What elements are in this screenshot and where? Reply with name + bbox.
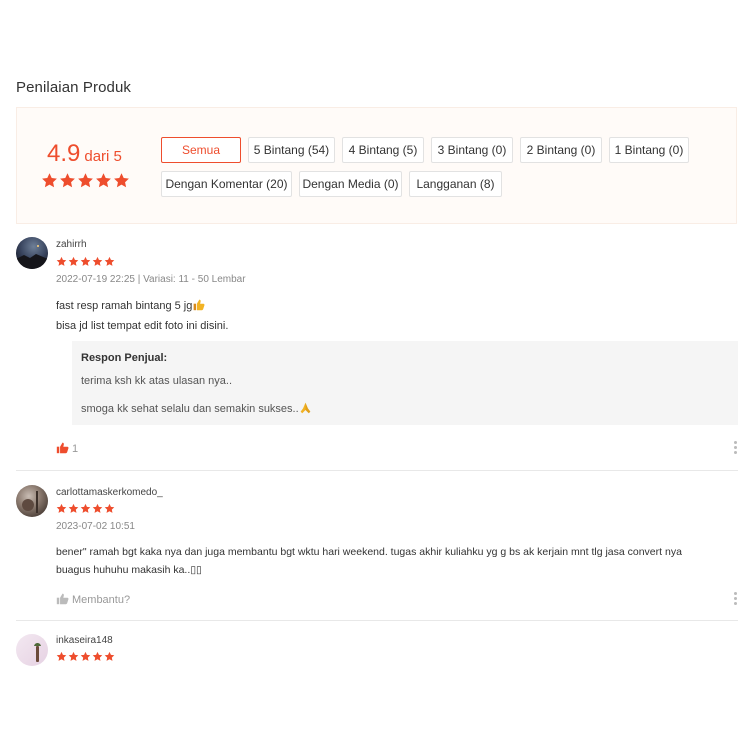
filter-5-star-button[interactable]: 5 Bintang (54) [248, 137, 335, 163]
helpful-label: Membantu? [72, 594, 131, 606]
star-icon [56, 256, 67, 266]
avatar[interactable] [16, 485, 48, 517]
seller-response-line-2: smoga kk sehat selalu dan semakin sukses… [81, 401, 312, 417]
star-icon [78, 173, 93, 188]
average-score: 4.9 dari 5 [47, 140, 122, 168]
star-icon [56, 651, 67, 661]
review-divider [16, 470, 738, 471]
comment-line: buagus huhuhu makasih ka..▯▯ [56, 564, 202, 576]
seller-response: Respon Penjual: terima ksh kk atas ulasa… [72, 341, 738, 425]
star-icon [104, 256, 115, 266]
filter-4-star-button[interactable]: 4 Bintang (5) [342, 137, 424, 163]
avatar[interactable] [16, 237, 48, 269]
filter-2-star-button[interactable]: 2 Bintang (0) [520, 137, 602, 163]
review-comment: bener" ramah bgt kaka nya dan juga memba… [56, 543, 682, 579]
helpful-button[interactable]: Membantu? [56, 592, 130, 608]
star-icon [92, 256, 103, 266]
star-icon [92, 651, 103, 661]
star-icon [80, 651, 91, 661]
seller-response-line: terima ksh kk atas ulasan nya.. [81, 375, 233, 387]
star-icon [104, 503, 115, 513]
star-icon [68, 256, 79, 266]
seller-response-title: Respon Penjual: [81, 352, 168, 364]
rating-overview: 4.9 dari 5 Semua 5 Bintang (54) 4 Bintang… [16, 107, 737, 224]
filter-with-media-button[interactable]: Dengan Media (0) [299, 171, 402, 197]
avatar[interactable] [16, 634, 48, 666]
praying-hands-icon [299, 401, 312, 417]
filter-with-comment-button[interactable]: Dengan Komentar (20) [161, 171, 292, 197]
review-username[interactable]: zahirrh [56, 239, 87, 250]
thumbs-up-icon [192, 298, 205, 317]
average-stars [41, 172, 130, 189]
star-icon [68, 503, 79, 513]
thumbs-up-icon [56, 592, 69, 608]
filter-3-star-button[interactable]: 3 Bintang (0) [431, 137, 513, 163]
star-icon [104, 651, 115, 661]
like-button[interactable]: 1 [56, 441, 78, 457]
star-icon [60, 173, 75, 188]
star-icon [114, 173, 129, 188]
more-options-icon[interactable] [734, 592, 738, 605]
review-meta: 2022-07-19 22:25 | Variasi: 11 - 50 Lemb… [56, 274, 246, 285]
filter-subscription-button[interactable]: Langganan (8) [409, 171, 502, 197]
thumbs-up-icon [56, 441, 69, 457]
filter-all-button[interactable]: Semua [161, 137, 241, 163]
review-username[interactable]: inkaseira148 [56, 635, 113, 646]
comment-line: fast resp ramah bintang 5 jg [56, 300, 193, 312]
review-stars [56, 651, 115, 662]
review-username[interactable]: carlottamaskerkomedo_ [56, 487, 163, 498]
review-comment: fast resp ramah bintang 5 jg bisa jd lis… [56, 297, 228, 335]
filter-1-star-button[interactable]: 1 Bintang (0) [609, 137, 689, 163]
star-icon [42, 173, 57, 188]
score-out-of: dari 5 [84, 148, 122, 165]
star-icon [68, 651, 79, 661]
review-divider [16, 620, 738, 621]
more-options-icon[interactable] [734, 441, 738, 454]
comment-line: bisa jd list tempat edit foto ini disini… [56, 320, 229, 332]
review-stars [56, 503, 115, 514]
section-title: Penilaian Produk [16, 79, 132, 96]
score-value: 4.9 [47, 140, 81, 167]
like-count: 1 [72, 443, 79, 455]
star-icon [92, 503, 103, 513]
star-icon [56, 503, 67, 513]
review-meta: 2023-07-02 10:51 [56, 521, 135, 532]
star-icon [80, 256, 91, 266]
star-icon [96, 173, 111, 188]
review-stars [56, 256, 115, 267]
comment-line: bener" ramah bgt kaka nya dan juga memba… [56, 546, 682, 558]
star-icon [80, 503, 91, 513]
